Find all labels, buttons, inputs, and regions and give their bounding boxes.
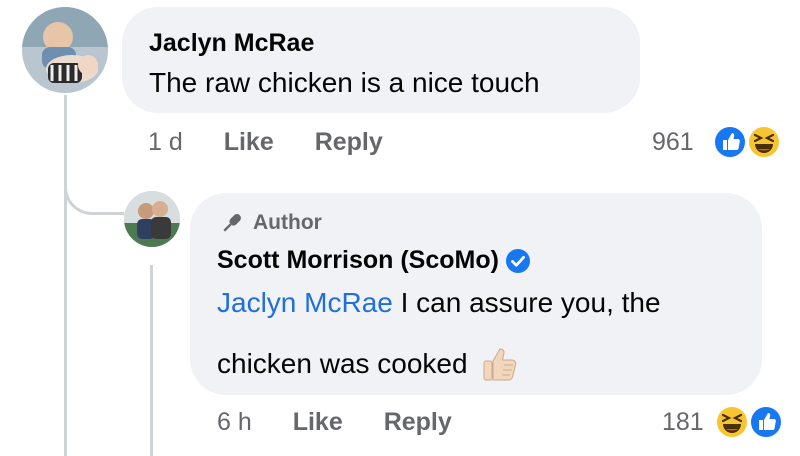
reply-text-part-1: I can assure you, the: [392, 287, 661, 318]
microphone-icon: [223, 214, 241, 232]
comment-author-name[interactable]: Jaclyn McRae: [149, 29, 314, 58]
reaction-count[interactable]: 961: [652, 128, 694, 157]
reply-text-line-2: chicken was cooked: [217, 343, 520, 385]
reply-reaction-count[interactable]: 181: [662, 408, 704, 437]
reactions-summary[interactable]: [712, 124, 788, 160]
like-button[interactable]: Like: [224, 128, 274, 156]
reply-like-button[interactable]: Like: [293, 408, 343, 436]
reply-reactions-summary[interactable]: [714, 404, 790, 440]
thread-connector-vertical: [64, 95, 67, 456]
mention-link[interactable]: Jaclyn McRae: [217, 287, 393, 318]
thread-connector-curve: [64, 165, 124, 215]
reply-avatar-photo: [124, 191, 180, 247]
reply-author-row: Scott Morrison (ScoMo): [217, 246, 531, 275]
avatar-photo: [22, 7, 108, 93]
reply-thread-line: [150, 265, 153, 456]
comment-actions: 1 d Like Reply: [148, 128, 383, 157]
comment-text: The raw chicken is a nice touch: [149, 67, 540, 98]
haha-icon: [715, 405, 749, 439]
reply-actions: 6 h Like Reply: [217, 408, 452, 437]
reply-reply-button[interactable]: Reply: [384, 408, 452, 436]
reply-bubble: Author Scott Morrison (ScoMo) Jaclyn McR…: [190, 193, 762, 395]
reply-timestamp[interactable]: 6 h: [217, 408, 252, 436]
reply-text-part-2: chicken was cooked: [217, 348, 468, 379]
verified-badge-icon: [505, 248, 530, 273]
thumbs-up-emoji: [483, 348, 516, 381]
comment-bubble: Jaclyn McRae The raw chicken is a nice t…: [122, 7, 640, 113]
reply-avatar[interactable]: [124, 191, 180, 247]
comment-timestamp[interactable]: 1 d: [148, 128, 183, 156]
haha-icon: [747, 125, 781, 159]
reply-button[interactable]: Reply: [315, 128, 383, 156]
avatar[interactable]: [22, 7, 108, 93]
reply-text-line-1: Jaclyn McRae I can assure you, the: [217, 287, 661, 319]
reply-author-name[interactable]: Scott Morrison (ScoMo): [217, 246, 499, 275]
author-badge-label: Author: [253, 211, 322, 234]
like-icon: [713, 125, 747, 159]
author-badge: Author: [219, 210, 322, 236]
like-icon: [749, 405, 783, 439]
